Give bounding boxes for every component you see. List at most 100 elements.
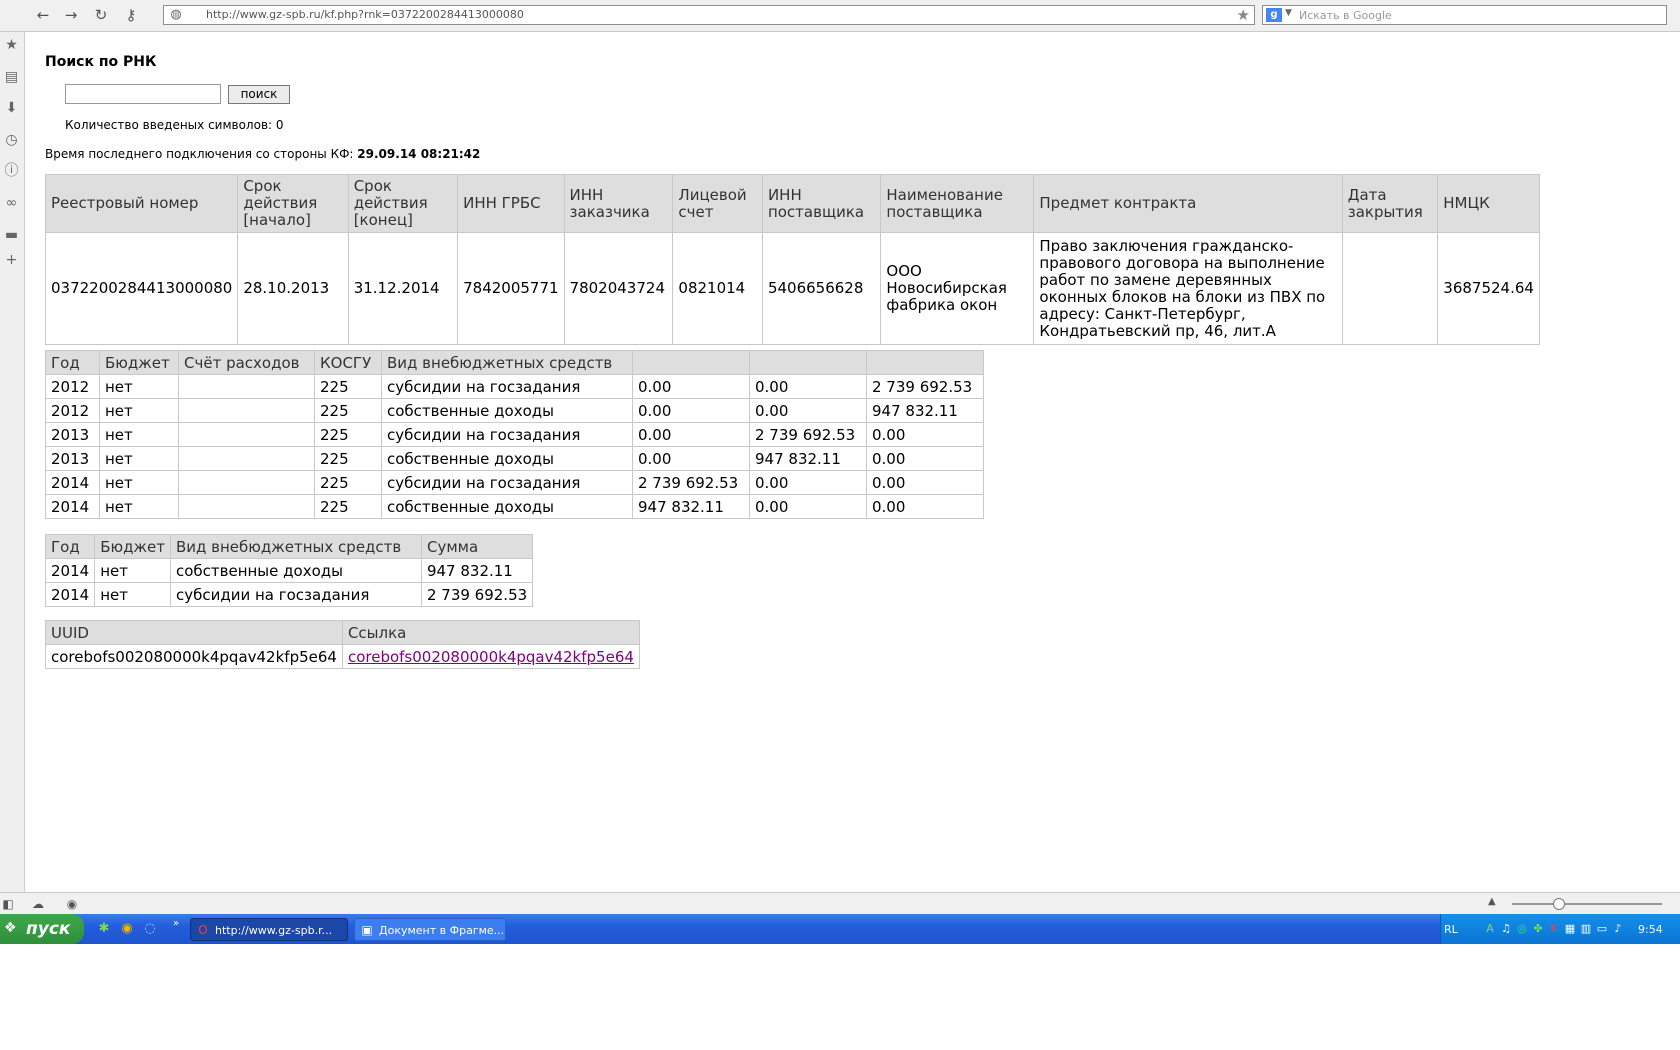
info-icon[interactable]: ⓘ <box>3 163 20 180</box>
table-cell: 0.00 <box>866 470 984 495</box>
ie-icon[interactable]: ◌ <box>142 921 158 937</box>
sum-table-body: 2014 нет собственные доходы 947 832.11 2014 н… <box>44 558 534 607</box>
panel-toggle-icon[interactable]: ◧ <box>0 896 16 912</box>
uuid-cell: corebofs002080000k4pqav42kfp5e64 <box>45 644 343 669</box>
col-header: ИНН поставщика <box>761 174 882 233</box>
sum-table: Год Бюджет Вид внебюджетных средств Сумм… <box>44 534 534 607</box>
table-cell: 0.00 <box>632 398 750 423</box>
link-icon[interactable]: ∞ <box>3 195 20 212</box>
taskbar-opera-window[interactable]: O http://www.gz-spb.r... <box>190 918 348 941</box>
browser-search-box[interactable]: g ▼ Искать в Google <box>1262 5 1667 25</box>
table-cell: субсидии на госзадания <box>381 422 633 447</box>
quicklaunch-more-icon[interactable]: » <box>168 916 184 932</box>
google-icon[interactable]: g <box>1266 8 1282 22</box>
table-cell: 947 832.11 <box>749 446 867 471</box>
table-cell: 225 <box>314 422 382 447</box>
address-text[interactable]: http://www.gz-spb.ru/kf.php?rnk=03722002… <box>206 8 524 21</box>
chrome-icon[interactable]: ◉ <box>119 921 135 937</box>
reload-icon[interactable]: ↻ <box>90 5 112 25</box>
table-cell <box>178 398 315 423</box>
table-cell: 3687524.64 <box>1437 232 1540 345</box>
budget-table: Год Бюджет Счёт расходов КОСГУ Вид внебю… <box>45 350 984 519</box>
tray-green-icon[interactable]: ◎ <box>1515 922 1529 936</box>
col-header: Сумма <box>420 534 534 559</box>
globe-icon: ◍ <box>170 7 182 22</box>
last-connection: Время последнего подключения со стороны … <box>45 147 480 161</box>
volume-icon[interactable]: ♪ <box>1611 922 1625 936</box>
kaspersky-icon[interactable]: K <box>1547 922 1561 936</box>
table-cell: 2013 <box>45 446 100 471</box>
back-arrow-icon[interactable]: ← <box>32 5 54 25</box>
chevron-down-icon[interactable]: ▼ <box>1285 8 1292 18</box>
table-cell: 28.10.2013 <box>237 232 349 345</box>
zoom-arrow-icon[interactable]: ▲ <box>1488 896 1496 907</box>
opera-icon: O <box>198 923 208 937</box>
col-header: Год <box>45 350 100 375</box>
col-header: Предмет контракта <box>1033 174 1343 233</box>
char-count-label: Количество введеных символов: 0 <box>65 118 284 132</box>
zoom-slider-handle[interactable] <box>1553 898 1565 910</box>
task-label: Документ в Фрагме... <box>379 924 505 937</box>
table-cell: 947 832.11 <box>420 558 534 583</box>
table-cell: субсидии на госзадания <box>381 374 633 399</box>
table-cell: 0.00 <box>632 374 750 399</box>
quicklaunch-app-icon[interactable]: ✱ <box>96 921 112 937</box>
table-cell <box>178 470 315 495</box>
task-label: http://www.gz-spb.r... <box>215 924 333 937</box>
add-panel-icon[interactable]: + <box>3 252 20 269</box>
tray-monitor-icon[interactable]: ▦ <box>1563 922 1577 936</box>
table-cell: Право заключения гражданско-правового до… <box>1033 232 1343 345</box>
uuid-link[interactable]: corebofs002080000k4pqav42kfp5e64 <box>348 648 634 666</box>
address-bar[interactable]: ◍ http://www.gz-spb.ru/kf.php?rnk=037220… <box>163 5 1255 25</box>
bookmark-star-icon[interactable]: ★ <box>1237 6 1250 24</box>
forward-arrow-icon[interactable]: → <box>60 5 82 25</box>
table-header-row: Год Бюджет Счёт расходов КОСГУ Вид внебю… <box>45 350 984 375</box>
table-cell: собственные доходы <box>381 494 633 519</box>
table-cell: 7802043724 <box>563 232 674 345</box>
window-icon[interactable]: ▬ <box>3 227 20 244</box>
table-cell: 2 739 692.53 <box>866 374 984 399</box>
table-cell <box>1341 232 1439 345</box>
col-header: Бюджет <box>99 350 179 375</box>
last-connection-label: Время последнего подключения со стороны … <box>45 147 354 161</box>
table-cell <box>178 374 315 399</box>
browser-search-placeholder[interactable]: Искать в Google <box>1299 9 1392 22</box>
bookmarks-star-icon[interactable]: ★ <box>3 37 20 54</box>
speed-dial-icon[interactable]: ◉ <box>64 896 80 912</box>
table-cell: 2014 <box>44 558 96 583</box>
last-connection-value: 29.09.14 08:21:42 <box>357 147 481 161</box>
contract-table: Реестровый номер Срок действия [начало] … <box>44 174 1540 345</box>
table-cell: 947 832.11 <box>866 398 984 423</box>
table-cell: 0372200284413000080 <box>44 232 239 345</box>
table-row: 2014 нет 225 собственные доходы 947 832.11 0.… <box>45 494 984 519</box>
zoom-slider[interactable] <box>1512 903 1662 905</box>
table-cell: нет <box>99 470 179 495</box>
table-row: 2014 нет субсидии на госзадания 2 739 692.5… <box>44 582 534 607</box>
browser-status-bar: ◧ ☁ ◉ ▲ <box>0 892 1680 915</box>
table-row: 2013 нет 225 субсидии на госзадания 0.00 2 73… <box>45 422 984 447</box>
table-cell: нет <box>99 398 179 423</box>
tray-clover-icon[interactable]: ✤ <box>1531 922 1545 936</box>
search-button[interactable]: поиск <box>228 85 290 104</box>
notes-icon[interactable]: ▤ <box>3 69 20 86</box>
col-header <box>866 350 984 375</box>
col-header: UUID <box>45 620 343 645</box>
tray-a-icon[interactable]: A <box>1483 922 1497 936</box>
rnk-search-input[interactable] <box>65 84 221 104</box>
table-row: 2012 нет 225 субсидии на госзадания 0.00 0.00… <box>45 374 984 399</box>
cloud-icon[interactable]: ☁ <box>30 896 46 912</box>
tray-network-icon[interactable]: ▥ <box>1579 922 1593 936</box>
table-cell: 225 <box>314 374 382 399</box>
key-icon[interactable]: ⚷ <box>120 5 142 25</box>
table-cell: 0.00 <box>632 422 750 447</box>
tray-screen-icon[interactable]: ▭ <box>1595 922 1609 936</box>
downloads-icon[interactable]: ⬇ <box>3 100 20 117</box>
tray-music-icon[interactable]: ♫ <box>1499 922 1513 936</box>
uuid-table: UUID Ссылка corebofs002080000k4pqav42kfp… <box>45 620 640 669</box>
language-indicator[interactable]: RL <box>1444 923 1458 936</box>
table-cell: 947 832.11 <box>632 494 750 519</box>
start-button[interactable]: ❖ пуск <box>0 914 84 944</box>
table-cell <box>178 494 315 519</box>
history-clock-icon[interactable]: ◷ <box>3 132 20 149</box>
taskbar-document-window[interactable]: ▣ Документ в Фрагме... <box>354 918 506 941</box>
